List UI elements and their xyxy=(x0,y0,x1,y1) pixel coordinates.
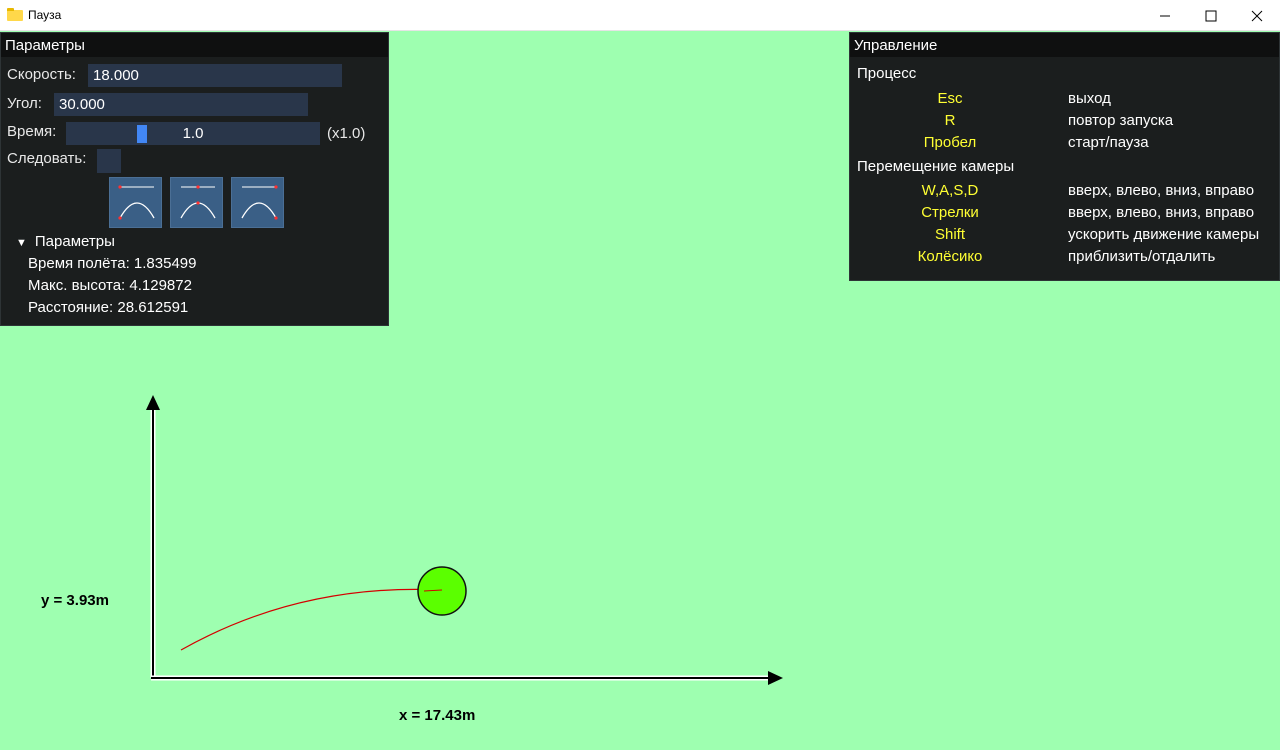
trajectory-end-button[interactable] xyxy=(231,177,284,228)
close-button[interactable] xyxy=(1234,0,1280,31)
key-label: R xyxy=(944,112,956,129)
key-description: выход xyxy=(1068,90,1111,107)
window-title: Пауза xyxy=(28,8,62,22)
key-label: Стрелки xyxy=(921,204,979,221)
key-description: повтор запуска xyxy=(1068,112,1174,129)
angle-label: Угол: xyxy=(7,95,42,112)
minimize-button[interactable] xyxy=(1142,0,1188,31)
close-icon xyxy=(1251,10,1263,21)
maximize-icon xyxy=(1205,10,1217,21)
speed-label: Скорость: xyxy=(7,66,76,83)
controls-panel-title[interactable]: Управление xyxy=(850,33,1279,57)
key-description: вверх, влево, вниз, вправо xyxy=(1068,182,1255,199)
key-label: Esc xyxy=(937,90,963,107)
trajectory-apex-button[interactable] xyxy=(170,177,223,228)
minimize-icon xyxy=(1160,15,1170,16)
folder-icon xyxy=(7,8,23,21)
parameters-panel-title[interactable]: Параметры xyxy=(1,33,388,57)
parameters-panel[interactable]: Параметры Скорость: 18.000 Угол: 30.000 … xyxy=(0,32,389,326)
trajectory-line xyxy=(180,588,443,651)
time-multiplier: (x1.0) xyxy=(327,125,366,142)
key-label: Колёсико xyxy=(917,248,983,265)
key-description: старт/пауза xyxy=(1068,134,1149,151)
time-slider-value: 1.0 xyxy=(182,125,204,142)
trajectory-start-icon xyxy=(118,185,155,220)
y-axis-arrow xyxy=(146,395,160,410)
distance-text: Расстояние: 28.612591 xyxy=(28,299,189,316)
expanded-triangle-icon: ▼ xyxy=(16,237,27,249)
trajectory-end-icon xyxy=(241,185,278,220)
time-slider[interactable]: 1.0 xyxy=(66,122,320,145)
y-coordinate-label: y = 3.93m xyxy=(41,592,109,609)
follow-checkbox[interactable] xyxy=(97,149,121,173)
flight-time-text: Время полёта: 1.835499 xyxy=(28,255,197,272)
speed-input[interactable]: 18.000 xyxy=(88,64,342,87)
trajectory-apex-icon xyxy=(180,185,216,219)
max-height-text: Макс. высота: 4.129872 xyxy=(28,277,192,294)
key-label: Shift xyxy=(934,226,965,243)
trajectory-start-button[interactable] xyxy=(109,177,162,228)
section-heading-process: Процесс xyxy=(857,65,917,82)
angle-input[interactable]: 30.000 xyxy=(54,93,308,116)
stats-tree-node[interactable]: ▼ Параметры xyxy=(16,233,115,250)
x-coordinate-label: x = 17.43m xyxy=(399,707,476,724)
key-description: приблизить/отдалить xyxy=(1068,248,1216,265)
key-description: ускорить движение камеры xyxy=(1068,226,1260,243)
stats-tree-label: Параметры xyxy=(34,233,115,250)
maximize-button[interactable] xyxy=(1188,0,1234,31)
time-label: Время: xyxy=(7,123,57,140)
follow-label: Следовать: xyxy=(7,150,87,167)
x-axis-arrow xyxy=(768,671,783,685)
window-titlebar: Пауза xyxy=(0,0,1280,31)
key-description: вверх, влево, вниз, вправо xyxy=(1068,204,1255,221)
section-heading-camera: Перемещение камеры xyxy=(857,158,1015,175)
key-label: Пробел xyxy=(923,134,977,151)
controls-panel[interactable]: Управление Процесс Esc выход R повтор за… xyxy=(849,32,1280,281)
key-label: W,A,S,D xyxy=(921,182,979,199)
